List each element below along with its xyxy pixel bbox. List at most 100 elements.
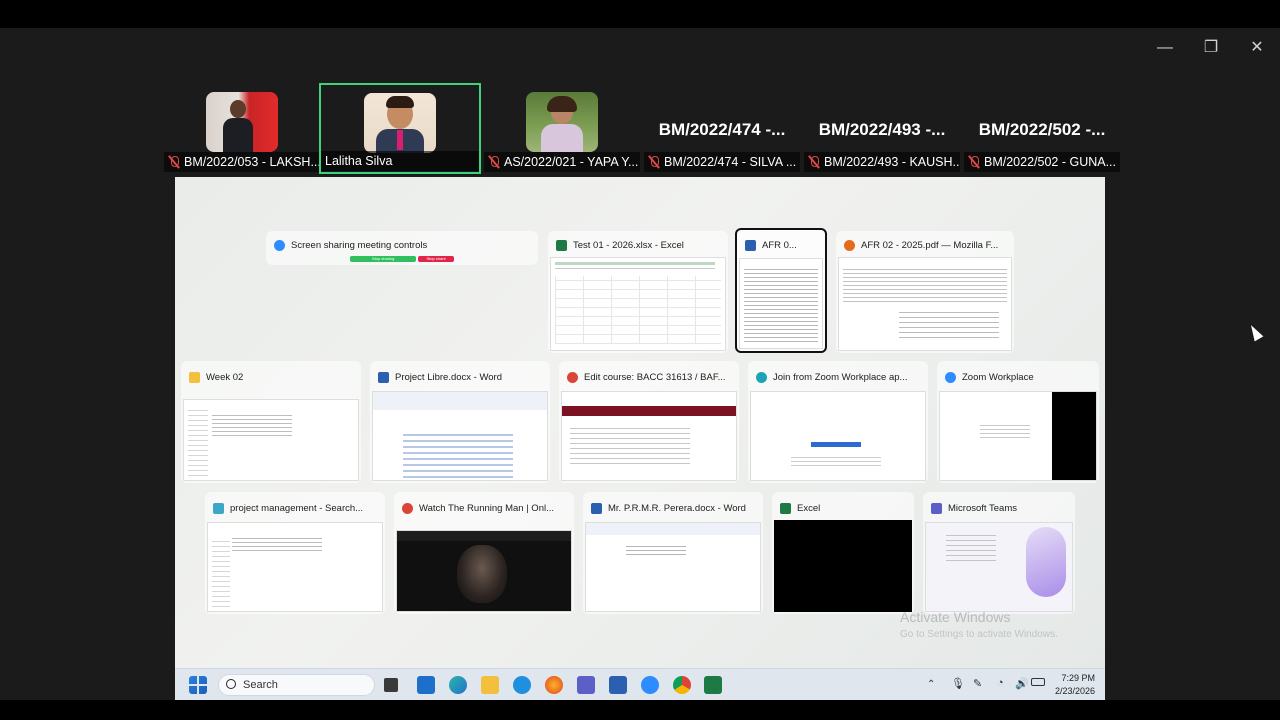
close-icon[interactable]: ✕ — [1243, 38, 1271, 58]
window-thumbnail — [838, 257, 1012, 351]
task-view-window[interactable]: Week 02 — [181, 361, 361, 483]
task-view-window[interactable]: Test 01 - 2026.xlsx - Excel — [548, 231, 728, 353]
teams-icon[interactable] — [577, 676, 595, 694]
task-view-window[interactable]: Excel — [772, 492, 914, 614]
participant-tile[interactable]: BM/2022/502 -... BM/2022/502 - GUNA... — [964, 84, 1120, 174]
window-thumbnail — [750, 391, 926, 481]
participant-display-name: BM/2022/493 -... — [818, 120, 946, 139]
participant-tile[interactable]: BM/2022/474 -... BM/2022/474 - SILVA ... — [644, 84, 800, 174]
window-title: AFR 0... — [762, 239, 797, 251]
word-icon — [591, 502, 602, 514]
mic-muted-icon — [968, 155, 980, 169]
help-icon[interactable] — [513, 676, 531, 694]
participant-video — [526, 92, 598, 152]
word-icon[interactable] — [609, 676, 627, 694]
window-thumbnail — [183, 399, 359, 481]
teams-icon — [931, 502, 942, 514]
taskbar-clock[interactable]: 7:29 PM 2/23/2026 — [1055, 672, 1095, 698]
participant-tile-active-speaker[interactable]: Lalitha Silva — [319, 83, 481, 174]
start-icon[interactable] — [189, 676, 207, 694]
microphone-icon[interactable]: 🎙 — [951, 677, 965, 690]
window-thumbnail — [550, 257, 726, 351]
shared-screen[interactable]: Screen sharing meeting controls Stop sha… — [175, 177, 1105, 700]
search-placeholder: Search — [243, 679, 278, 691]
chrome-icon[interactable] — [673, 676, 691, 694]
window-title: Test 01 - 2026.xlsx - Excel — [573, 239, 684, 251]
task-view-icon[interactable] — [384, 678, 398, 692]
chevron-up-icon[interactable]: ⌃ — [927, 679, 935, 690]
word-icon — [378, 371, 389, 383]
task-view-window[interactable]: AFR 02 - 2025.pdf — Mozilla F... — [836, 231, 1014, 353]
excel-icon[interactable] — [704, 676, 722, 694]
task-view-window[interactable]: Join from Zoom Workplace ap... — [748, 361, 928, 483]
window-title: Project Libre.docx - Word — [395, 371, 503, 383]
window-title: project management - Search... — [230, 502, 364, 514]
window-title: Screen sharing meeting controls — [291, 239, 428, 251]
task-view-window[interactable]: Project Libre.docx - Word — [370, 361, 550, 483]
mic-muted-icon — [648, 155, 660, 169]
participant-name: BM/2022/502 - GUNA... — [984, 155, 1117, 169]
participant-video — [206, 92, 278, 152]
participant-name: BM/2022/493 - KAUSH... — [824, 155, 960, 169]
edge-icon[interactable] — [449, 676, 467, 694]
window-title: Mr. P.R.M.R. Perera.docx - Word — [608, 502, 746, 514]
task-view-window[interactable]: Zoom Workplace — [937, 361, 1099, 483]
task-view-window[interactable]: project management - Search... — [205, 492, 385, 614]
volume-icon[interactable]: 🔊 — [1015, 677, 1029, 690]
task-view-window[interactable]: Screen sharing meeting controls Stop sha… — [266, 231, 538, 265]
taskbar-search-box[interactable]: Search — [218, 674, 375, 696]
firefox-icon[interactable] — [545, 676, 563, 694]
participant-name: BM/2022/474 - SILVA ... — [664, 155, 797, 169]
activate-windows-watermark: Activate Windows — [900, 609, 1011, 625]
task-view-window[interactable]: Watch The Running Man | Onl... — [394, 492, 574, 614]
window-thumbnail — [207, 522, 383, 612]
window-title: Microsoft Teams — [948, 502, 1017, 514]
window-title: Join from Zoom Workplace ap... — [773, 371, 908, 383]
word-icon — [745, 239, 756, 251]
stop-sharing-button[interactable]: Stop sharing — [350, 256, 417, 262]
clock-date: 2/23/2026 — [1054, 686, 1095, 696]
pen-icon[interactable]: ✎ — [973, 677, 982, 690]
stop-share-button[interactable]: Stop share — [418, 256, 454, 262]
zoom-meeting-window: — ❐ ✕ BM/2022/053 - LAKSH... Lalitha Sil… — [0, 0, 1280, 720]
participant-tile[interactable]: BM/2022/493 -... BM/2022/493 - KAUSH... — [804, 84, 960, 174]
participant-name: Lalitha Silva — [325, 154, 393, 168]
mic-muted-icon — [488, 155, 500, 169]
participant-name: AS/2022/021 - YAPA Y... — [504, 155, 639, 169]
window-thumbnail — [372, 391, 548, 481]
window-thumbnail — [585, 522, 761, 612]
task-view-window[interactable]: Edit course: BACC 31613 / BAF... — [559, 361, 739, 483]
bottom-bar — [0, 700, 1280, 720]
window-thumbnail — [396, 530, 572, 612]
task-view-window-selected[interactable]: AFR 0... — [735, 228, 827, 353]
window-title: Watch The Running Man | Onl... — [419, 502, 555, 514]
task-view-window[interactable]: Microsoft Teams — [923, 492, 1075, 614]
participant-name-label: BM/2022/474 - SILVA ... — [644, 152, 800, 172]
window-thumbnail — [774, 520, 912, 612]
chrome-icon — [567, 371, 578, 383]
file-explorer-icon[interactable] — [481, 676, 499, 694]
folder-icon — [189, 371, 200, 383]
zoom-icon — [945, 371, 956, 383]
zoom-icon[interactable] — [641, 676, 659, 694]
participant-tile[interactable]: AS/2022/021 - YAPA Y... — [484, 84, 640, 174]
participant-tile[interactable]: BM/2022/053 - LAKSH... — [164, 84, 320, 174]
participant-name-label: Lalitha Silva — [321, 151, 479, 171]
window-thumbnail — [561, 391, 737, 481]
minimize-icon[interactable]: — — [1151, 38, 1179, 58]
mic-muted-icon — [808, 155, 820, 169]
activate-windows-subtext: Go to Settings to activate Windows. — [900, 629, 1058, 640]
window-thumbnail — [739, 258, 823, 349]
wifi-icon[interactable]: ◔ — [997, 677, 1004, 689]
firefox-icon — [844, 239, 855, 251]
restore-icon[interactable]: ❐ — [1197, 38, 1225, 58]
excel-icon — [556, 239, 567, 251]
widgets-icon[interactable] — [417, 676, 435, 694]
task-view-window[interactable]: Mr. P.R.M.R. Perera.docx - Word — [583, 492, 763, 614]
window-title: Edit course: BACC 31613 / BAF... — [584, 371, 726, 383]
title-bar — [0, 0, 1280, 28]
window-title: Week 02 — [206, 371, 244, 383]
chrome-icon — [402, 502, 413, 514]
clock-time: 7:29 PM — [1061, 673, 1095, 683]
battery-icon[interactable] — [1031, 678, 1045, 686]
